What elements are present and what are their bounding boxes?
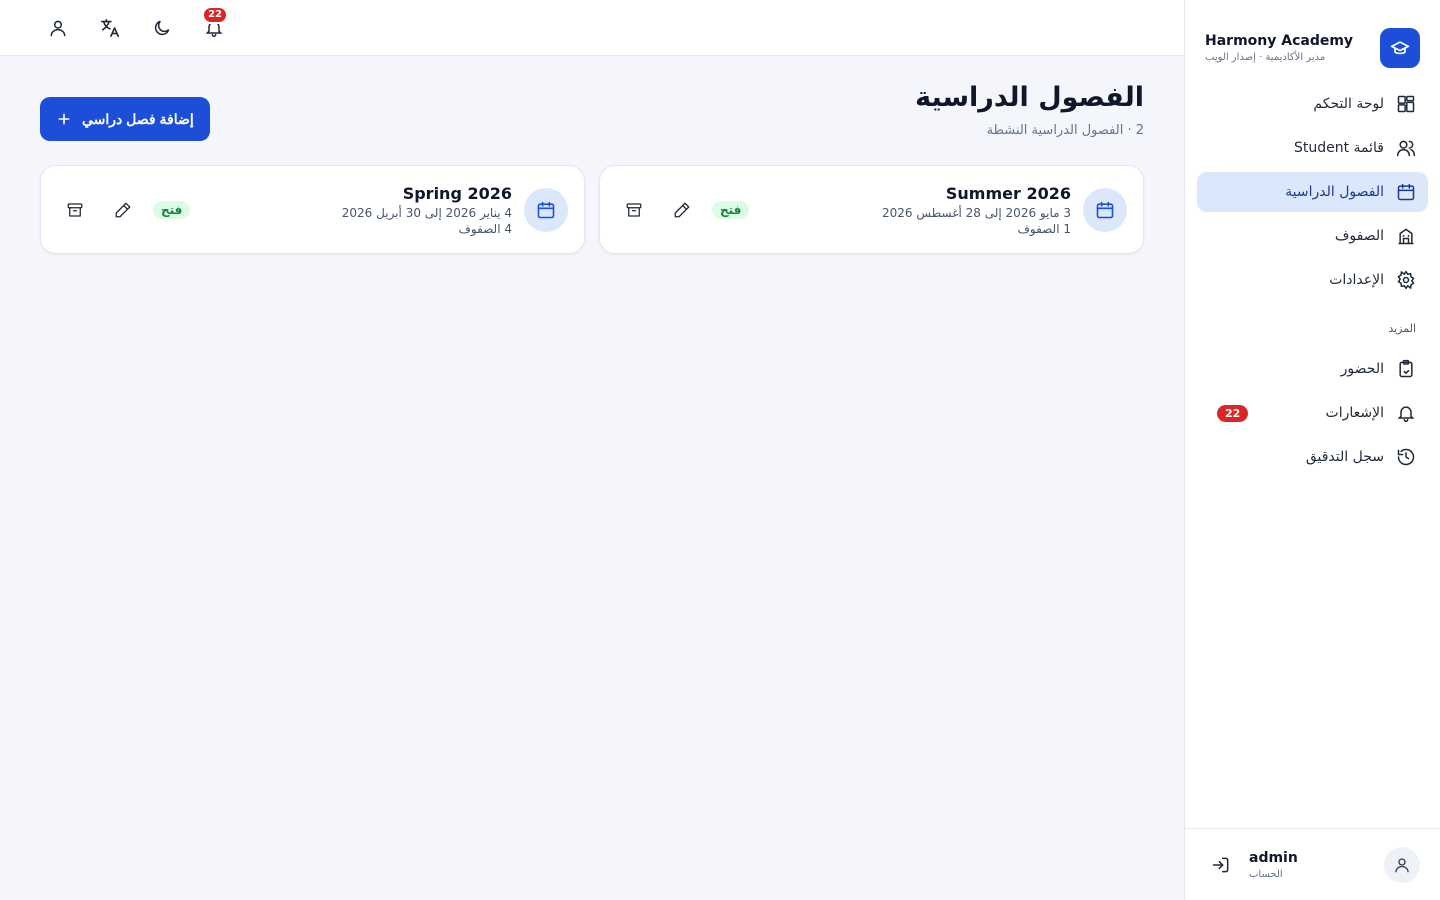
plus-icon (58, 113, 70, 125)
sidebar-item-label: الإشعارات (1325, 405, 1384, 421)
graduation-cap-icon (1380, 28, 1420, 68)
sidebar-item-label: الفصول الدراسية (1285, 184, 1384, 200)
calendar-icon (1396, 182, 1416, 202)
terms-list: Summer 2026 3 مايو 2026 إلى 28 أغسطس 202… (40, 165, 1144, 254)
main-area: 22 الفصول الدراسية 2 · الفصول الدراسية ا… (0, 0, 1184, 900)
bell-icon (1396, 403, 1416, 423)
sidebar-item-label: الإعدادات (1329, 272, 1384, 288)
theme-toggle-button[interactable] (144, 10, 180, 46)
topbar-actions: 22 (40, 5, 232, 46)
pencil-icon (115, 202, 131, 217)
building-icon (1396, 226, 1416, 246)
edit-term-button[interactable] (105, 192, 141, 228)
archive-term-button[interactable] (57, 192, 93, 228)
user-icon (1395, 857, 1409, 872)
clipboard-icon (1396, 359, 1416, 379)
term-class-count: 1 الصفوف (1017, 221, 1071, 236)
add-term-button[interactable]: إضافة فصل دراسي (40, 97, 210, 141)
brand-text: Harmony Academy مدير الأكاديمية · إصدار … (1205, 33, 1368, 63)
gear-icon (1396, 270, 1416, 290)
account-footer: admin الحساب (1185, 828, 1440, 900)
avatar[interactable] (1384, 846, 1420, 883)
term-info: Summer 2026 3 مايو 2026 إلى 28 أغسطس 202… (882, 184, 1071, 236)
page-heading-group: الفصول الدراسية 2 · الفصول الدراسية النش… (915, 82, 1144, 138)
notifications-button[interactable]: 22 (196, 5, 232, 46)
page-header: الفصول الدراسية 2 · الفصول الدراسية النش… (40, 82, 1144, 141)
notification-count-badge: 22 (1217, 404, 1249, 422)
user-icon (50, 20, 66, 36)
dashboard-icon (1396, 94, 1416, 114)
profile-button[interactable] (40, 10, 76, 46)
translate-icon (100, 18, 120, 37)
sidebar-nav: لوحة التحكم قائمة Student الفصول الدراسي… (1185, 76, 1440, 300)
sidebar-item-attendance[interactable]: الحضور (1197, 349, 1428, 389)
sidebar-item-notifications[interactable]: الإشعارات 22 (1197, 393, 1428, 433)
brand-subtitle: مدير الأكاديمية · إصدار الويب (1205, 52, 1326, 63)
sidebar-item-students[interactable]: قائمة Student (1197, 128, 1428, 168)
users-icon (1396, 138, 1416, 158)
archive-icon (626, 202, 642, 217)
page-subtitle: 2 · الفصول الدراسية النشطة (986, 123, 1144, 138)
sidebar-item-label: لوحة التحكم (1313, 96, 1384, 112)
sidebar-item-settings[interactable]: الإعدادات (1197, 260, 1428, 300)
sidebar-item-terms[interactable]: الفصول الدراسية (1197, 172, 1428, 212)
term-dates: 3 مايو 2026 إلى 28 أغسطس 2026 (882, 205, 1071, 220)
sidebar-section-more: المزيد (1388, 322, 1416, 335)
term-info: Spring 2026 4 يناير 2026 إلى 30 أبريل 20… (342, 184, 512, 236)
page-title: الفصول الدراسية (915, 82, 1144, 113)
topbar: 22 (0, 0, 1184, 56)
account-name: admin (1249, 849, 1298, 866)
term-card[interactable]: Spring 2026 4 يناير 2026 إلى 30 أبريل 20… (40, 165, 585, 254)
term-class-count: 4 الصفوف (458, 221, 512, 236)
sidebar-item-label: الصفوف (1334, 228, 1384, 244)
term-dates: 4 يناير 2026 إلى 30 أبريل 2026 (341, 205, 512, 220)
calendar-icon (524, 187, 568, 232)
pencil-icon (674, 202, 690, 217)
term-name: Summer 2026 (945, 183, 1071, 203)
notification-count-badge: 22 (202, 5, 228, 24)
sidebar-nav-more: الحضور الإشعارات 22 سجل التدقيق (1185, 341, 1440, 477)
history-icon (1396, 447, 1416, 467)
status-badge: فتح (712, 200, 750, 219)
edit-term-button[interactable] (664, 192, 700, 228)
app-shell: Harmony Academy مدير الأكاديمية · إصدار … (0, 0, 1440, 900)
term-name: Spring 2026 (402, 183, 512, 203)
account-label: الحساب (1249, 868, 1283, 880)
language-button[interactable] (92, 10, 128, 46)
sidebar-item-label: الحضور (1340, 361, 1384, 377)
add-term-label: إضافة فصل دراسي (82, 110, 194, 127)
sidebar-item-classes[interactable]: الصفوف (1197, 216, 1428, 256)
status-badge: فتح (153, 200, 191, 219)
logout-icon (1212, 857, 1229, 872)
account-info: admin الحساب (1249, 850, 1372, 880)
archive-icon (67, 202, 83, 217)
sidebar-item-label: قائمة Student (1293, 140, 1384, 156)
logout-button[interactable] (1205, 849, 1237, 881)
brand-name: Harmony Academy (1205, 33, 1354, 49)
sidebar: Harmony Academy مدير الأكاديمية · إصدار … (1184, 0, 1440, 900)
calendar-icon (1083, 187, 1127, 232)
sidebar-item-dashboard[interactable]: لوحة التحكم (1197, 84, 1428, 124)
term-card[interactable]: Summer 2026 3 مايو 2026 إلى 28 أغسطس 202… (599, 165, 1144, 254)
content: الفصول الدراسية 2 · الفصول الدراسية النش… (0, 56, 1184, 254)
sidebar-item-label: سجل التدقيق (1305, 449, 1384, 465)
sidebar-item-audit-log[interactable]: سجل التدقيق (1197, 437, 1428, 477)
brand: Harmony Academy مدير الأكاديمية · إصدار … (1185, 0, 1440, 76)
archive-term-button[interactable] (616, 192, 652, 228)
moon-icon (154, 20, 170, 35)
